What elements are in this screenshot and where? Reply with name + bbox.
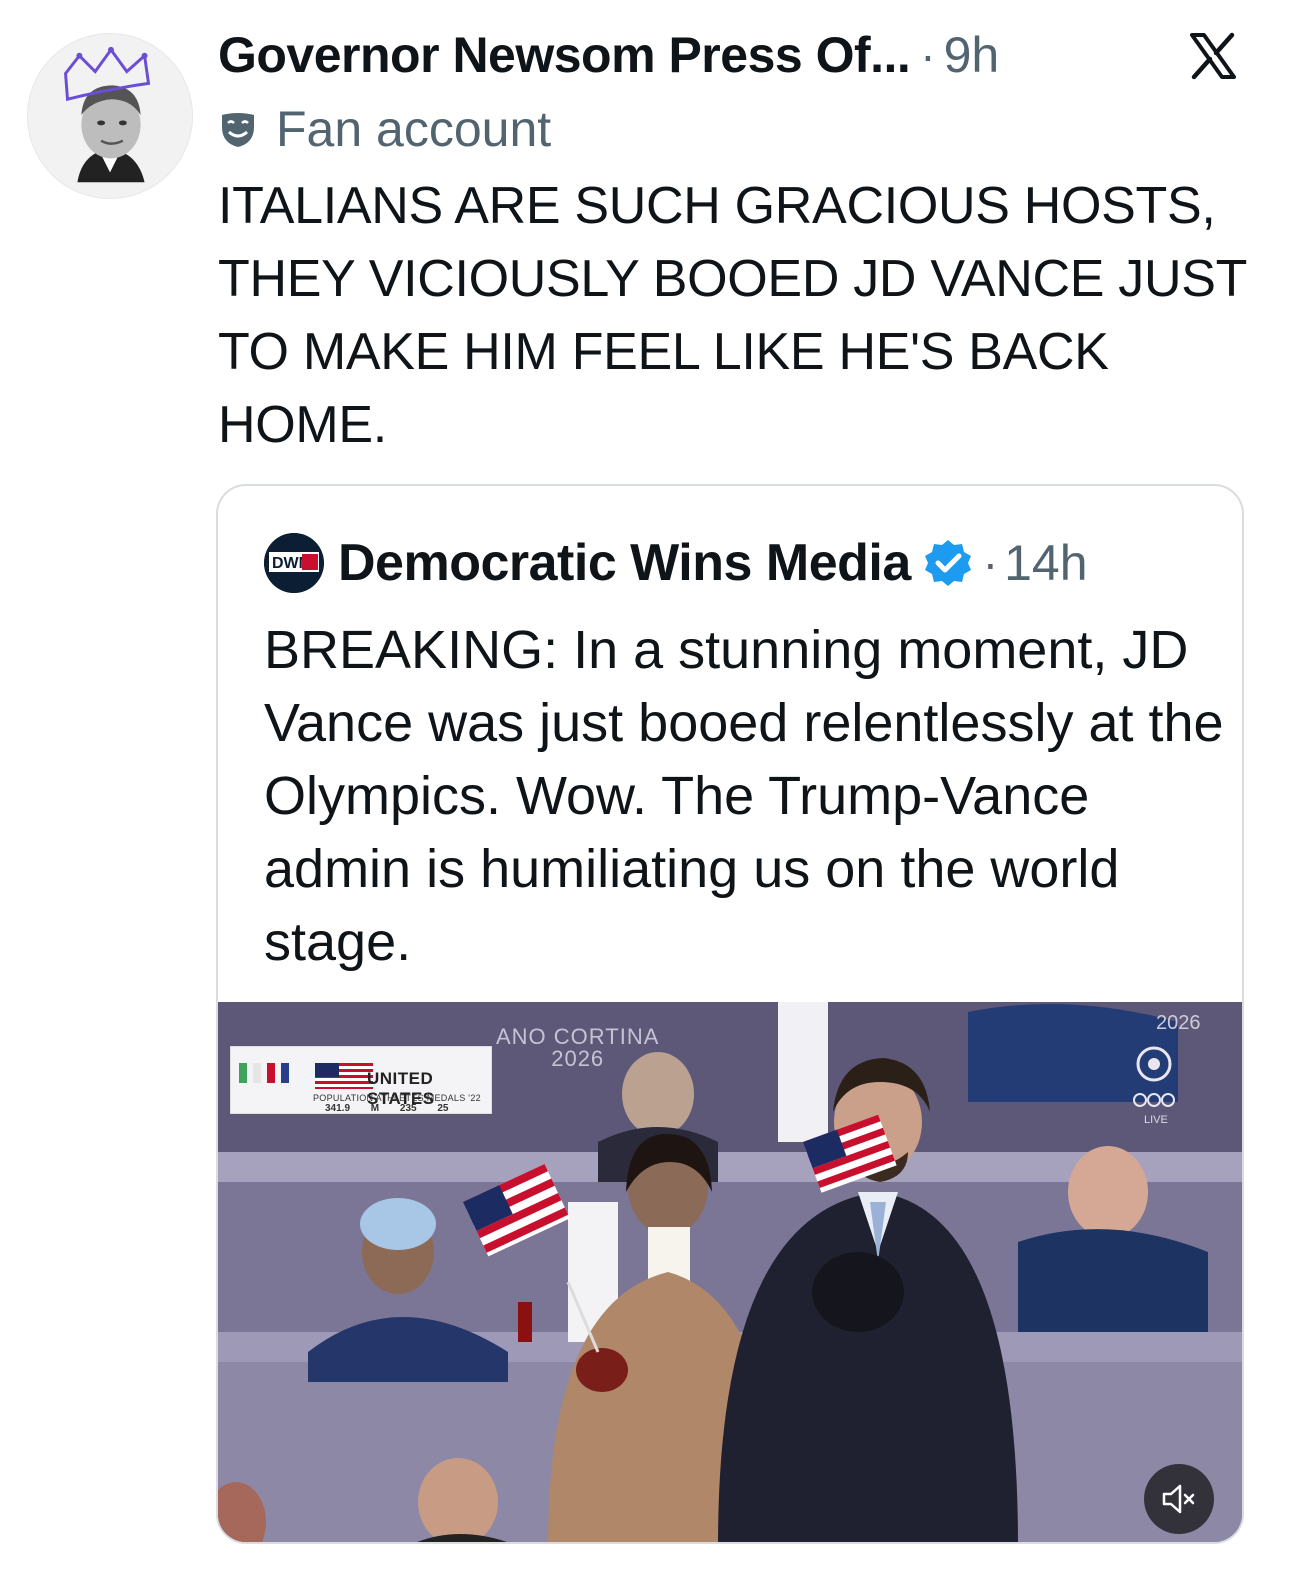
verified-badge-icon bbox=[924, 540, 971, 586]
country-scoreboard: UNITED STATES POPULATION ATHLETES MEDALS… bbox=[230, 1046, 492, 1114]
quoted-author-avatar[interactable]: DWM bbox=[264, 533, 324, 593]
tweet-header: Governor Newsom Press Of... · 9h bbox=[218, 22, 999, 88]
quoted-tweet-text: BREAKING: In a stunning moment, JD Vance… bbox=[264, 620, 1224, 972]
quoted-tweet-timestamp[interactable]: 14h bbox=[1004, 534, 1087, 592]
author-name[interactable]: Governor Newsom Press Of... bbox=[218, 26, 911, 84]
scoreboard-values: 341.9 M 235 25 bbox=[325, 1103, 449, 1114]
quoted-author-name[interactable]: Democratic Wins Media bbox=[338, 533, 911, 593]
speaker-muted-icon bbox=[1162, 1484, 1195, 1514]
theater-mask-icon bbox=[222, 113, 254, 147]
us-flag-icon bbox=[315, 1063, 373, 1089]
quoted-tweet-card[interactable]: DWM Democratic Wins Media · 14h BREAKING… bbox=[216, 484, 1244, 1544]
scoreboard-flags bbox=[239, 1063, 373, 1089]
author-avatar[interactable] bbox=[27, 33, 193, 199]
scoreboard-labels: POPULATION ATHLETES MEDALS '22 bbox=[313, 1093, 481, 1103]
quoted-tweet-header: DWM Democratic Wins Media · 14h bbox=[264, 530, 1088, 596]
venue-line-2: 2026 bbox=[551, 1046, 605, 1071]
x-logo-icon bbox=[1190, 32, 1236, 80]
unmute-button[interactable] bbox=[1144, 1464, 1214, 1534]
live-label: LIVE bbox=[1144, 1114, 1168, 1126]
fan-account-label: Fan account bbox=[276, 101, 552, 157]
fan-account-badge: Fan account bbox=[218, 98, 551, 160]
video-player[interactable]: UNITED STATES POPULATION ATHLETES MEDALS… bbox=[218, 1002, 1242, 1542]
separator-dot: · bbox=[982, 537, 999, 589]
tweet-timestamp[interactable]: 9h bbox=[944, 26, 1000, 84]
venue-watermark: ANO CORTINA 2026 bbox=[496, 1026, 659, 1070]
venue-line-1: ANO CORTINA bbox=[496, 1024, 660, 1049]
tweet-text: ITALIANS ARE SUCH GRACIOUS HOSTS, THEY V… bbox=[218, 177, 1247, 454]
corner-year: 2026 bbox=[1156, 1012, 1201, 1034]
separator-dot: · bbox=[920, 29, 936, 81]
